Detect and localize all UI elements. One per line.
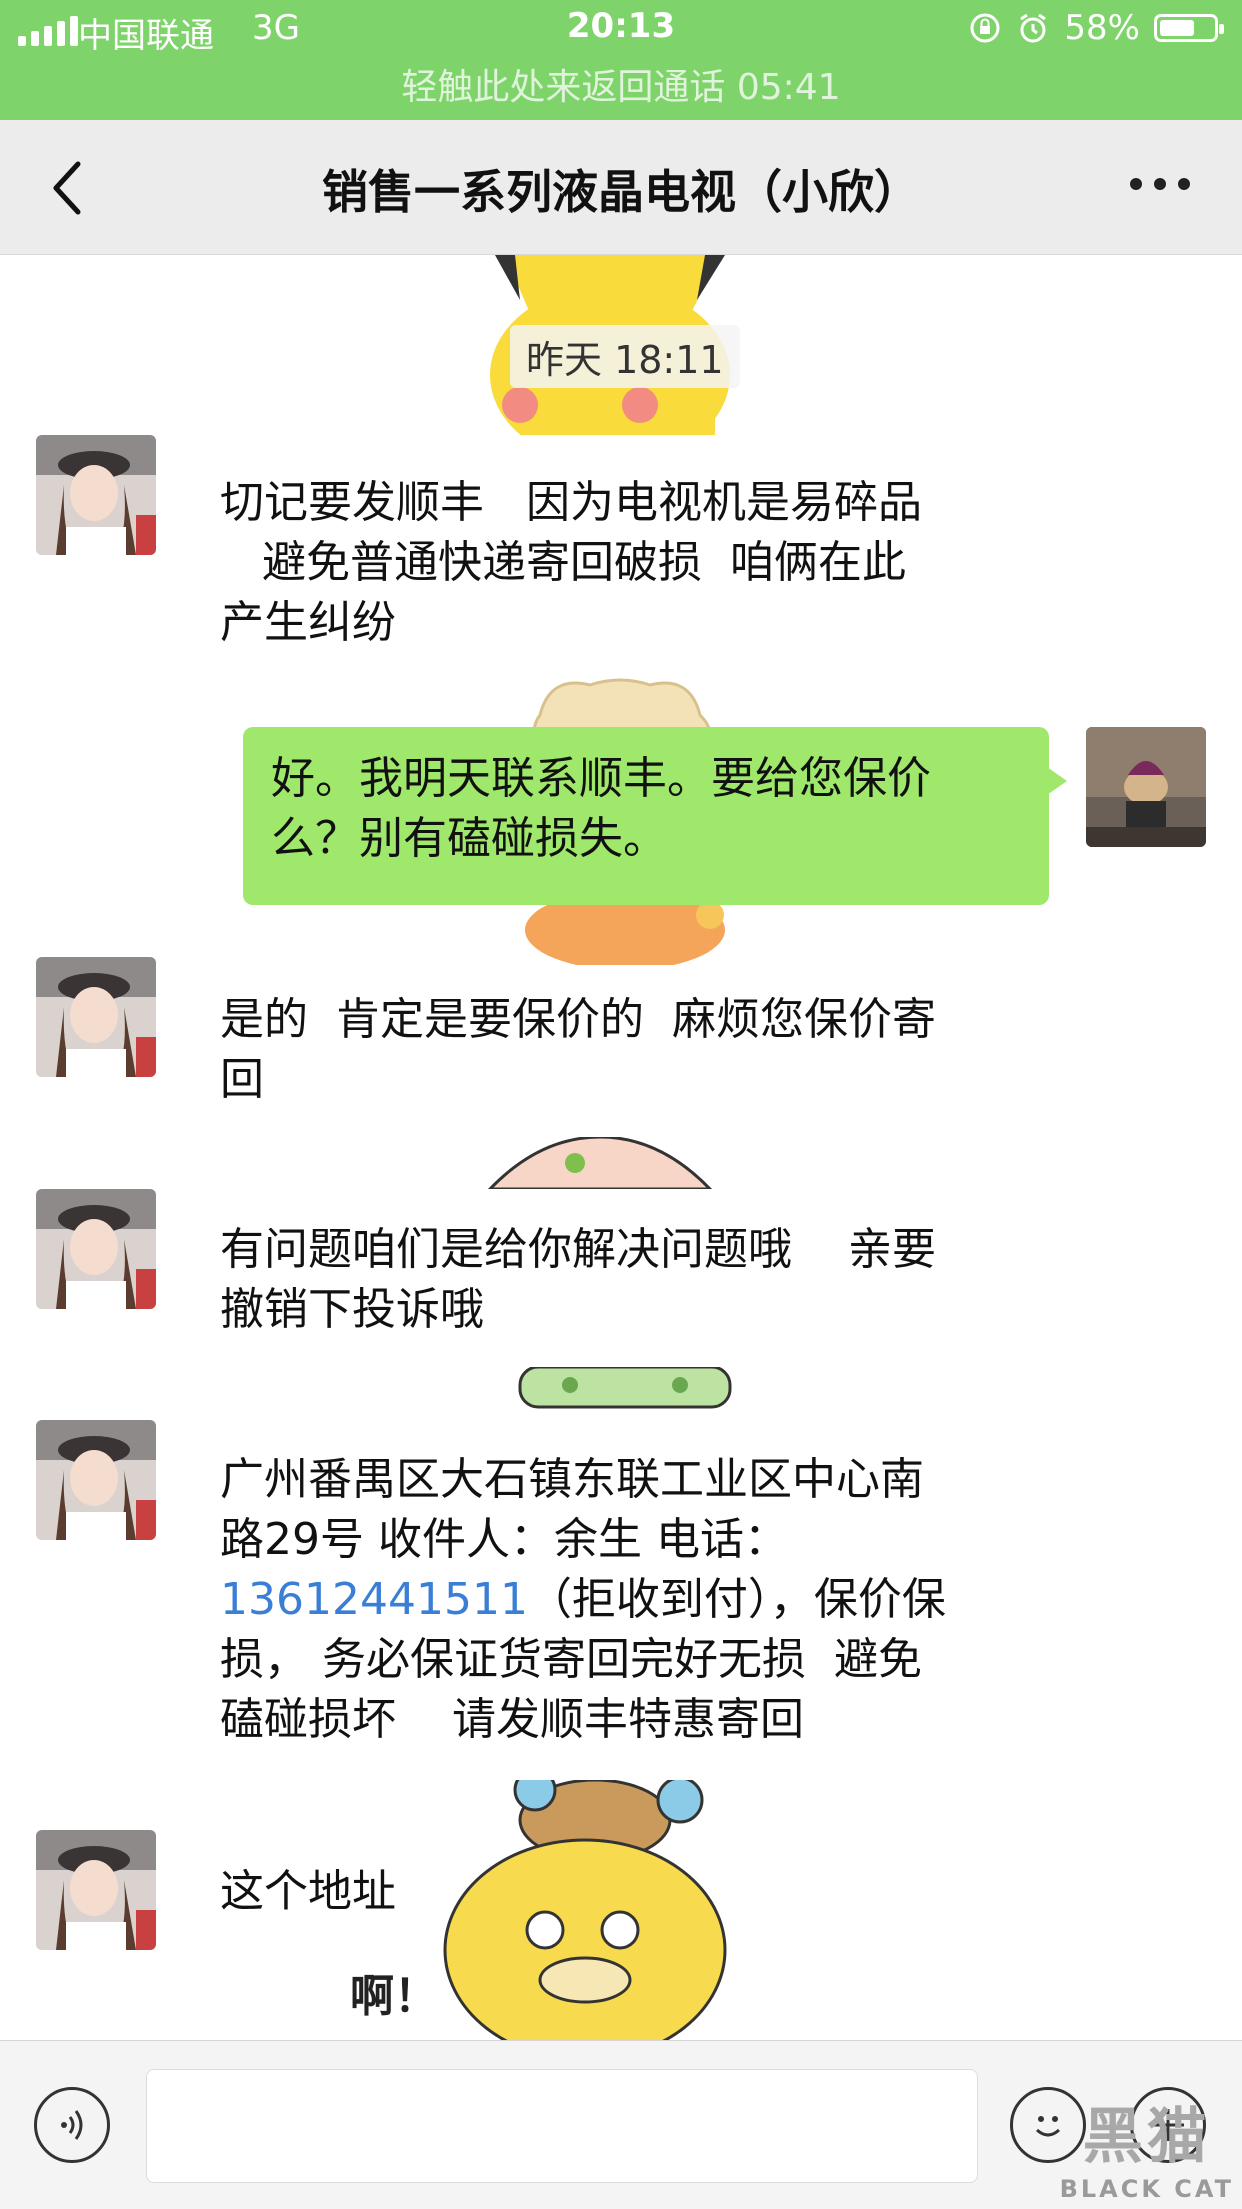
contact-message[interactable]: 这个地址 [220,1862,396,1922]
contact-avatar[interactable] [36,1420,156,1540]
contact-avatar[interactable] [36,1189,156,1309]
cartoon-sticker [487,1137,713,1189]
message-input[interactable] [146,2069,978,2183]
address-text: 广州番禺区大石镇东联工业区中心南 [220,1454,924,1505]
contact-avatar[interactable] [36,435,156,555]
watermark-logo-text: 黑猫 [1082,2102,1211,2172]
sticker-caption: 啊！ [350,1971,438,2022]
contact-message[interactable]: 切记要发顺丰 因为电视机是易碎品 避免普通快递寄回破损 咱俩在此 产生纠纷 [220,473,922,653]
alarm-icon [1020,13,1047,43]
status-bar: 中国联通 3G 20:13 58% [0,0,1242,60]
battery-percent: 58% [1064,8,1140,48]
timestamp-badge: 昨天 18:11 [510,325,740,388]
chat-area[interactable]: 昨天 18:11 切记要发顺丰 因为电视机是易碎品 避免普通快递寄回破损 咱俩在… [0,255,1242,2040]
contact-avatar[interactable] [36,1830,156,1950]
my-avatar[interactable] [1086,727,1206,847]
watermark-caption: BLACK CAT [1059,2175,1234,2203]
chat-header: 销售一系列液晶电视（小欣） [0,120,1242,255]
phone-link[interactable]: 13612441511 [220,1574,528,1625]
address-text: 损， 务必保证货寄回完好无损 避免 [220,1634,922,1685]
voice-icon[interactable] [34,2087,110,2163]
more-options-icon[interactable] [1130,178,1190,190]
cartoon-sticker [518,1367,732,1409]
watermark: 黑猫 BLACK CAT [1060,2088,1234,2203]
address-message[interactable]: 广州番禺区大石镇东联工业区中心南 路29号 收件人：余生 电话： 1361244… [220,1450,946,1750]
address-text: （拒收到付），保价保 [527,1574,946,1625]
address-text: 磕碰损坏 请发顺丰特惠寄回 [220,1694,804,1745]
contact-message[interactable]: 是的 肯定是要保价的 麻烦您保价寄 回 [220,990,936,1110]
contact-avatar[interactable] [36,957,156,1077]
battery-icon [1154,14,1224,42]
outgoing-message-bubble[interactable]: 好。我明天联系顺丰。要给您保价 么？别有磕碰损失。 [243,727,1067,905]
rotation-lock-icon [970,13,1000,43]
chat-title: 销售一系列液晶电视（小欣） [322,165,920,219]
contact-message[interactable]: 有问题咱们是给你解决问题哦 亲要 撤销下投诉哦 [220,1220,936,1340]
input-bar: 黑猫 BLACK CAT [0,2040,1242,2209]
return-to-call-banner[interactable]: 轻触此处来返回通话 05:41 [0,60,1242,120]
status-right-group: 58% [968,8,1224,48]
address-text: 路29号 收件人：余生 电话： [220,1514,788,1565]
